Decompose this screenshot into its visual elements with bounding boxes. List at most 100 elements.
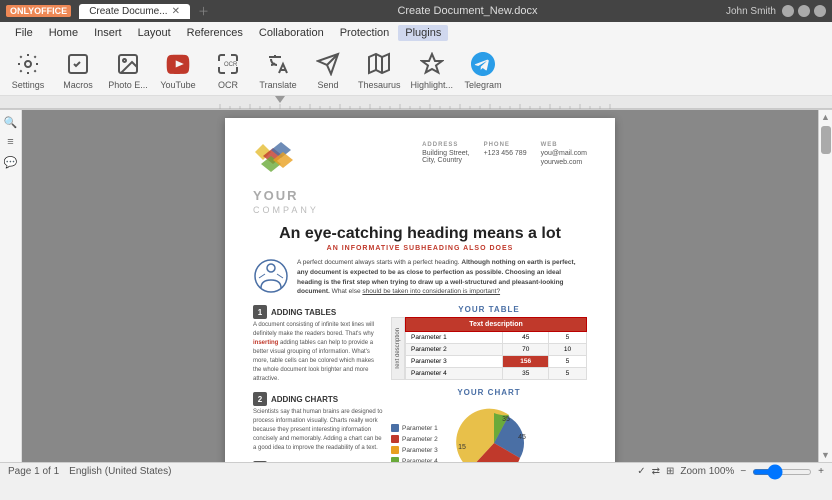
scroll-thumb[interactable] — [821, 126, 831, 154]
zoom-info: Zoom 100% — [680, 466, 734, 477]
scroll-up-btn[interactable]: ▲ — [821, 112, 830, 122]
document-page: YOUR COMPANY ADDRESS Building Street,Cit… — [225, 118, 615, 462]
row2-val2: 10 — [548, 344, 586, 356]
intro-icon — [253, 258, 289, 294]
table-row: Parameter 4 35 5 — [406, 368, 587, 380]
chart-area: Parameter 1 Parameter 2 Parameter 3 — [391, 401, 587, 462]
section-1-text: A document consisting of infinite text l… — [253, 321, 383, 384]
status-bar: Page 1 of 1 English (United States) ✓ ⇄ … — [0, 462, 832, 480]
table-row-header: Text description — [395, 328, 401, 370]
section-1-badge: 1 — [253, 305, 267, 319]
scroll-track — [821, 122, 831, 450]
pie-chart: 35 45 70 15 — [444, 401, 544, 462]
macros-button[interactable]: Macros — [58, 50, 98, 90]
table-row: Parameter 2 70 10 — [406, 344, 587, 356]
legend-item-4: Parameter 4 — [391, 457, 438, 462]
minimize-button[interactable] — [782, 5, 794, 17]
legend-label-3: Parameter 3 — [402, 447, 438, 454]
svg-text:15: 15 — [458, 444, 466, 451]
translate-label: Translate — [259, 80, 296, 90]
telegram-label: Telegram — [465, 80, 502, 90]
row4-val1: 35 — [503, 368, 549, 380]
section-2-header: 2 ADDING CHARTS — [253, 392, 383, 406]
menu-home[interactable]: Home — [42, 25, 85, 41]
zoom-out-btn[interactable]: − — [740, 466, 746, 477]
zoom-in-btn[interactable]: + — [818, 466, 824, 477]
legend-label-2: Parameter 2 — [402, 436, 438, 443]
macros-label: Macros — [63, 80, 93, 90]
section-1-header: 1 ADDING TABLES — [253, 305, 383, 319]
title-center: Create Document_New.docx — [397, 5, 537, 17]
new-tab-icon[interactable]: ＋ — [198, 3, 209, 19]
ocr-button[interactable]: OCR OCR — [208, 50, 248, 90]
translate-icon — [264, 50, 292, 78]
web-value2: yourweb.com — [541, 159, 587, 166]
close-button[interactable] — [814, 5, 826, 17]
photo-icon — [114, 50, 142, 78]
section-2: 2 ADDING CHARTS Scientists say that huma… — [253, 392, 383, 453]
nav-sidebar-btn[interactable]: ≡ — [3, 134, 19, 150]
row4-val2: 5 — [548, 368, 586, 380]
doc-heading: An eye-catching heading means a lot — [253, 225, 587, 243]
maximize-button[interactable] — [798, 5, 810, 17]
send-button[interactable]: Send — [308, 50, 348, 90]
language-info: English (United States) — [69, 466, 171, 477]
legend-label-1: Parameter 1 — [402, 425, 438, 432]
settings-label: Settings — [12, 80, 45, 90]
section-3-header: 3 GRAMMAR AND SPELLING — [253, 461, 383, 462]
highlight-button[interactable]: Highlight... — [411, 50, 454, 90]
svg-text:OCR: OCR — [224, 62, 238, 68]
menu-layout[interactable]: Layout — [131, 25, 178, 41]
app-logo: ONLYOFFICE — [6, 5, 71, 17]
scroll-down-btn[interactable]: ▼ — [821, 450, 830, 460]
legend-item-1: Parameter 1 — [391, 424, 438, 432]
track-changes-icon[interactable]: ⇄ — [652, 466, 660, 477]
doc-header: YOUR COMPANY ADDRESS Building Street,Cit… — [253, 142, 587, 215]
spell-check-icon[interactable]: ✓ — [637, 466, 645, 477]
thesaurus-button[interactable]: Thesaurus — [358, 50, 401, 90]
document-tab[interactable]: Create Docume... ✕ — [79, 4, 190, 19]
ocr-icon: OCR — [214, 50, 242, 78]
section-2-text: Scientists say that human brains are des… — [253, 408, 383, 453]
v-scrollbar[interactable]: ▲ ▼ — [818, 110, 832, 462]
comment-sidebar-btn[interactable]: 💬 — [3, 154, 19, 170]
menu-insert[interactable]: Insert — [87, 25, 129, 41]
telegram-button[interactable]: Telegram — [463, 50, 503, 90]
zoom-slider[interactable] — [752, 469, 812, 475]
menu-plugins[interactable]: Plugins — [398, 25, 448, 41]
menu-protection[interactable]: Protection — [333, 25, 397, 41]
phone-col: PHONE +123 456 789 — [484, 142, 527, 166]
table-header: Text description — [406, 318, 587, 332]
youtube-icon — [164, 50, 192, 78]
doc-scroll-area[interactable]: YOUR COMPANY ADDRESS Building Street,Cit… — [22, 110, 818, 462]
menu-collaboration[interactable]: Collaboration — [252, 25, 331, 41]
translate-button[interactable]: Translate — [258, 50, 298, 90]
menu-references[interactable]: References — [180, 25, 250, 41]
row1-label: Parameter 1 — [406, 332, 503, 344]
search-sidebar-btn[interactable]: 🔍 — [3, 114, 19, 130]
two-col-layout: 1 ADDING TABLES A document consisting of… — [253, 305, 587, 462]
title-bar: ONLYOFFICE Create Docume... ✕ ＋ Create D… — [0, 0, 832, 22]
menu-file[interactable]: File — [8, 25, 40, 41]
table-side-label: Text description — [391, 317, 405, 380]
settings-button[interactable]: Settings — [8, 50, 48, 90]
view-icon[interactable]: ⊞ — [666, 466, 674, 477]
photo-button[interactable]: Photo E... — [108, 50, 148, 90]
chart-legend: Parameter 1 Parameter 2 Parameter 3 — [391, 424, 438, 462]
main-area: 🔍 ≡ 💬 — [0, 110, 832, 462]
phone-label: PHONE — [484, 142, 527, 148]
youtube-button[interactable]: YouTube — [158, 50, 198, 90]
section-1-title: ADDING TABLES — [271, 308, 336, 317]
table-row: Parameter 1 45 5 — [406, 332, 587, 344]
your-chart-label: YOUR CHART — [391, 388, 587, 397]
send-icon — [314, 50, 342, 78]
row2-val1: 70 — [503, 344, 549, 356]
macros-icon — [64, 50, 92, 78]
logo-shapes — [253, 142, 303, 182]
address-col: ADDRESS Building Street,City, Country — [422, 142, 469, 166]
ocr-label: OCR — [218, 80, 238, 90]
settings-icon — [14, 50, 42, 78]
row4-label: Parameter 4 — [406, 368, 503, 380]
intro-text: A perfect document always starts with a … — [297, 258, 587, 297]
tab-close-icon[interactable]: ✕ — [172, 6, 180, 17]
